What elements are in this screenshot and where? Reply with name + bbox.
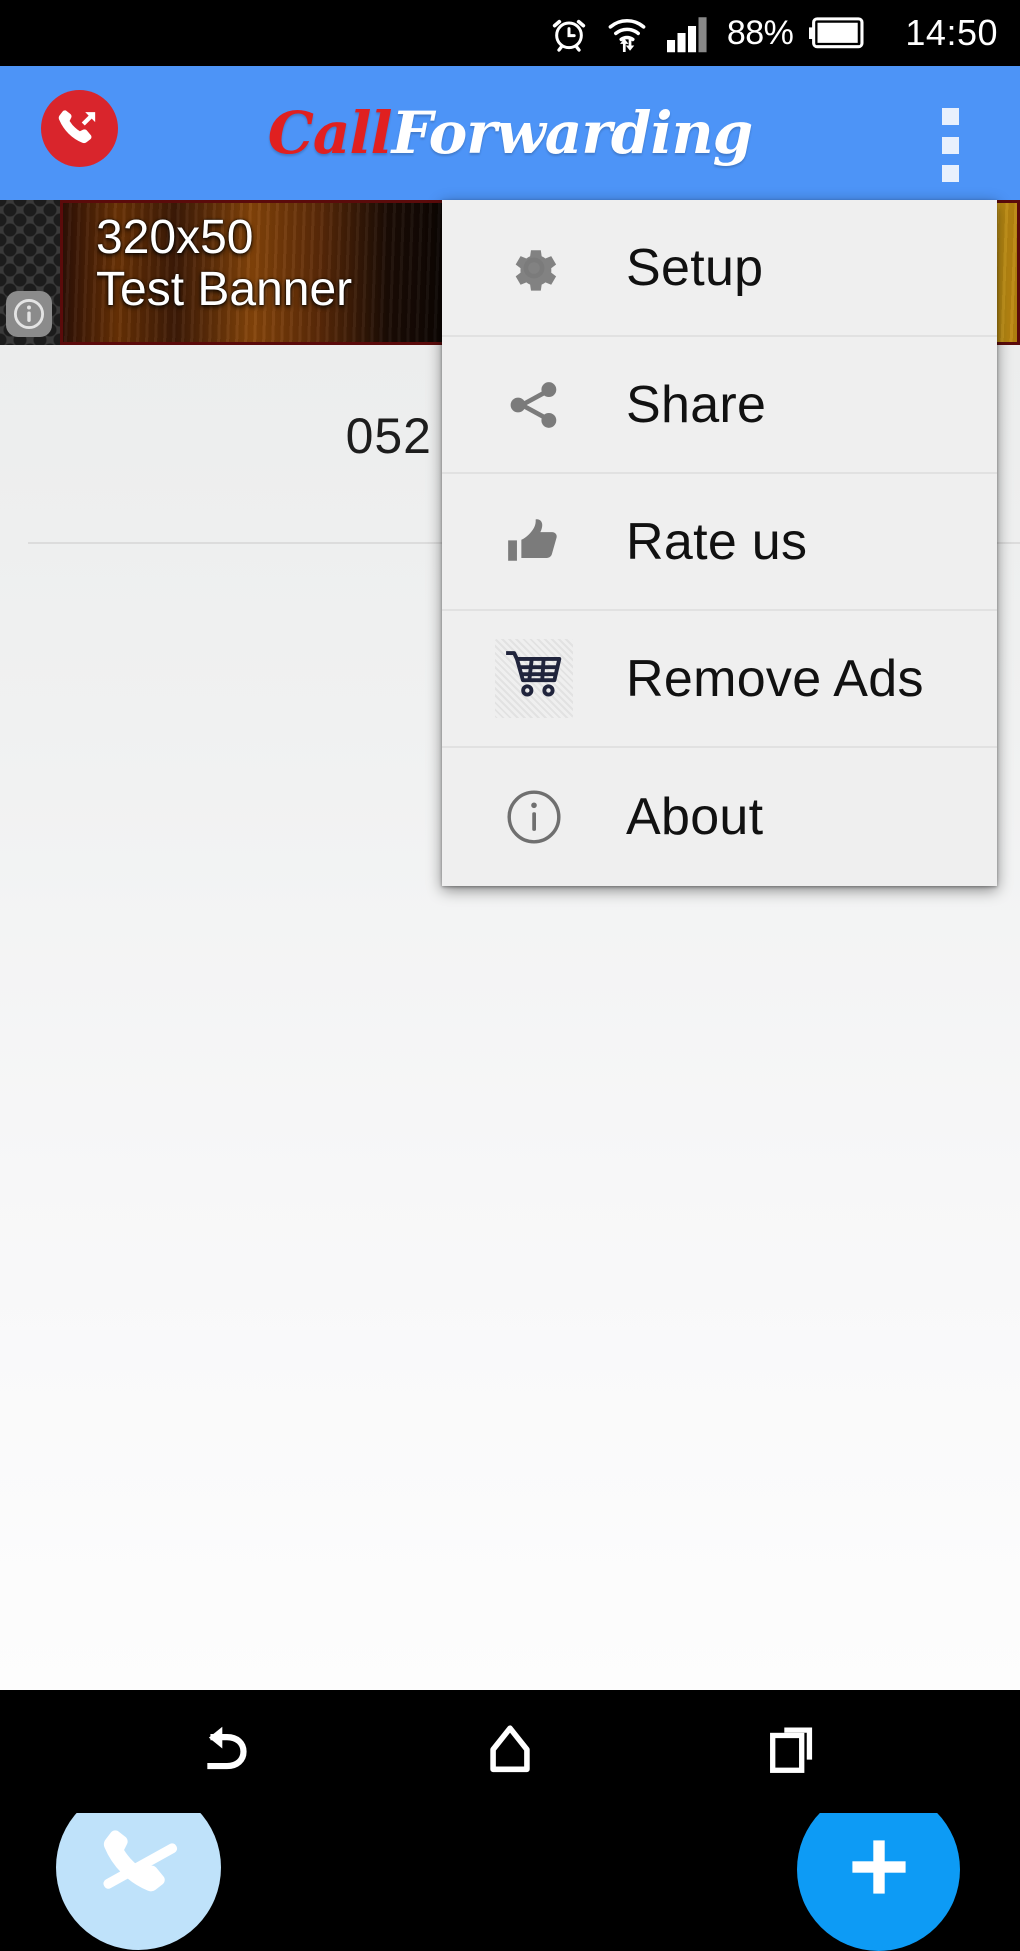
- cart-icon-backdrop: [495, 639, 573, 718]
- info-circle-icon: [486, 785, 582, 849]
- home-icon: [481, 1720, 539, 1783]
- menu-item-share[interactable]: Share: [442, 337, 997, 474]
- overflow-dot-1: [941, 108, 959, 125]
- system-nav-bar: [0, 1690, 1020, 1813]
- call-disable-icon: [93, 1819, 185, 1916]
- menu-item-label: About: [626, 788, 764, 846]
- ad-banner-line2: Test Banner: [96, 262, 353, 316]
- overflow-menu-icon[interactable]: [932, 108, 968, 182]
- nav-back-button[interactable]: [143, 1690, 313, 1813]
- nav-recent-apps-button[interactable]: [708, 1690, 878, 1813]
- shopping-cart-icon: [486, 639, 582, 718]
- overflow-dropdown-menu: Setup Share Rate us Remove Ads About: [442, 200, 997, 886]
- menu-item-label: Remove Ads: [626, 649, 924, 708]
- status-bar: 88% 14:50: [0, 0, 1020, 66]
- app-title-forwarding: Forwarding: [391, 99, 754, 167]
- menu-item-label: Rate us: [626, 512, 808, 571]
- overflow-dot-2: [941, 136, 959, 154]
- menu-item-label: Setup: [626, 238, 764, 297]
- menu-item-setup[interactable]: Setup: [442, 200, 997, 337]
- page-title: Call Forwarding: [0, 66, 1020, 200]
- alarm-clock-icon: [549, 12, 589, 54]
- battery-percent-text: 88%: [726, 13, 794, 52]
- thumbs-up-icon: [486, 509, 582, 575]
- status-time: 14:50: [883, 12, 998, 54]
- app-bar: Call Forwarding: [0, 66, 1020, 200]
- menu-item-about[interactable]: About: [442, 748, 997, 886]
- menu-item-label: Share: [626, 375, 767, 434]
- battery-percent-label: 88%: [727, 14, 794, 53]
- battery-icon: [809, 16, 867, 50]
- wifi-transfer-icon: [605, 12, 649, 54]
- list-item-number: 052: [345, 408, 432, 464]
- status-time-text: 14:50: [905, 12, 998, 53]
- cellular-signal-icon: [665, 12, 711, 54]
- nav-home-button[interactable]: [425, 1690, 595, 1813]
- overflow-dot-3: [941, 165, 959, 182]
- ad-info-icon[interactable]: [6, 291, 52, 337]
- app-title-call: Call: [267, 99, 393, 167]
- menu-item-remove-ads[interactable]: Remove Ads: [442, 611, 997, 748]
- ad-banner-text: 320x50 Test Banner: [96, 212, 352, 316]
- menu-item-rate-us[interactable]: Rate us: [442, 474, 997, 611]
- ad-banner-line1: 320x50: [96, 211, 254, 264]
- phone-screen: 88% 14:50 Call Forwarding 320x50 Test Ba…: [0, 0, 1020, 1951]
- gear-icon: [486, 235, 582, 301]
- plus-icon: [841, 1829, 917, 1910]
- back-arrow-icon: [197, 1718, 259, 1785]
- share-icon: [486, 372, 582, 438]
- recent-apps-icon: [764, 1720, 822, 1783]
